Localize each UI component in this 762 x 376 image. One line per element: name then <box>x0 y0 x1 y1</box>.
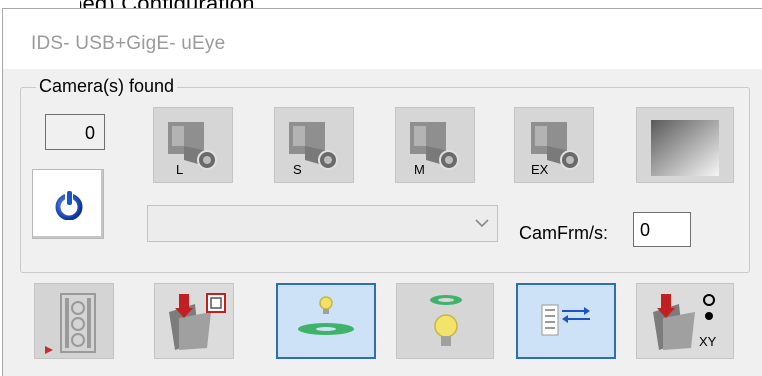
film-sequence-icon <box>45 293 96 354</box>
power-button[interactable] <box>32 169 104 239</box>
sequence-button[interactable] <box>34 283 114 359</box>
camfrm-label: CamFrm/s: <box>519 223 608 243</box>
camera-s-icon: S <box>289 122 338 177</box>
folder-xy-icon: XY <box>653 294 717 350</box>
chevron-down-icon <box>475 219 489 228</box>
camfrm-input[interactable]: 0 <box>633 212 691 247</box>
xy-label: XY <box>699 334 717 349</box>
camera-ex-label: EX <box>531 162 549 177</box>
folder-load-icon <box>169 293 226 350</box>
camera-s-label: S <box>293 162 302 177</box>
camera-select[interactable] <box>147 205 498 242</box>
load-xy-settings-button[interactable]: XY <box>636 283 734 359</box>
parameter-transfer-button[interactable] <box>516 283 616 359</box>
light-ring-icon <box>298 296 354 335</box>
camera-group-label: Camera(s) found <box>36 76 178 97</box>
camera-l-label: L <box>176 162 183 177</box>
camera-ex-icon: EX <box>531 122 580 177</box>
illumination-button[interactable] <box>276 283 376 359</box>
camera-l-icon: L <box>168 122 217 177</box>
light-bulb-icon <box>430 295 462 346</box>
camera-m-icon: M <box>410 122 459 177</box>
camera-l-button[interactable]: L <box>153 107 233 183</box>
load-parameters-button[interactable] <box>154 283 234 359</box>
camera-ex-button[interactable]: EX <box>514 107 594 183</box>
transfer-list-icon <box>541 304 590 336</box>
camera-m-button[interactable]: M <box>395 107 475 183</box>
titlebar: IDS- USB+GigE- uEye <box>3 9 762 69</box>
window-title: IDS- USB+GigE- uEye <box>31 33 226 54</box>
gradient-icon <box>651 120 719 176</box>
camera-s-button[interactable]: S <box>274 107 354 183</box>
light-bulb-button[interactable] <box>396 283 494 359</box>
camera-count-display: 0 <box>45 114 105 150</box>
power-icon <box>55 190 83 220</box>
camera-m-label: M <box>414 162 425 177</box>
gradient-button[interactable] <box>636 107 734 183</box>
